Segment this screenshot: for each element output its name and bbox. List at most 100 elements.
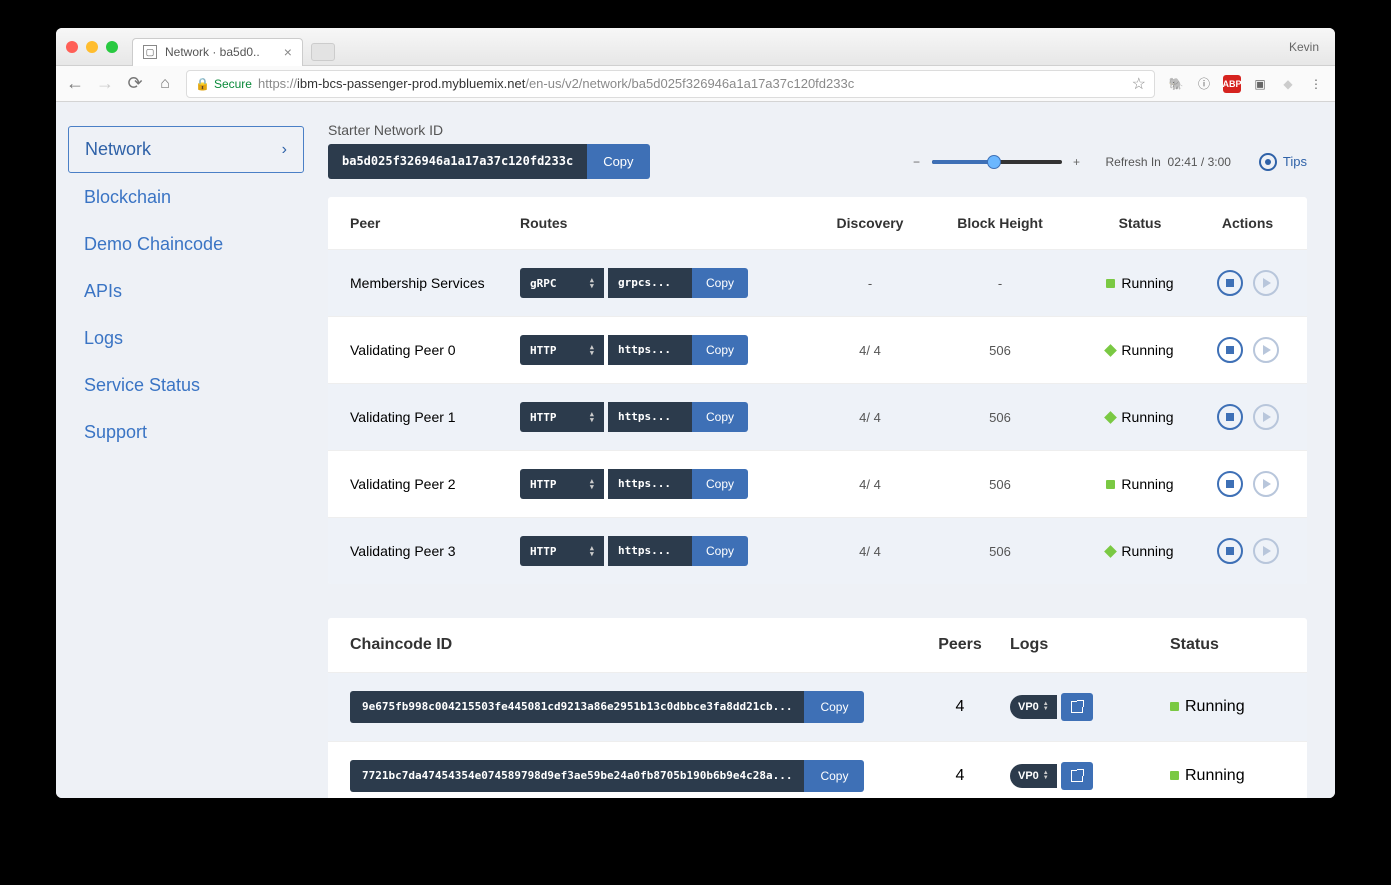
adblock-extension-icon[interactable]: ABP xyxy=(1223,75,1241,93)
forward-icon[interactable]: → xyxy=(96,73,114,94)
tab-title: Network · ba5d0.. xyxy=(165,45,260,59)
sidebar-item-label: Support xyxy=(84,422,147,443)
col-status-header: Status xyxy=(1070,215,1210,231)
route-protocol-dropdown[interactable]: gRPC▲▼ xyxy=(520,268,604,298)
chaincode-id-value: 9e675fb998c004215503fe445081cd9213a86e29… xyxy=(350,691,804,723)
sidebar-item-support[interactable]: Support xyxy=(68,410,304,455)
logs-peer-dropdown[interactable]: VP0▲▼ xyxy=(1010,764,1057,788)
stop-peer-button[interactable] xyxy=(1217,538,1243,564)
start-peer-button[interactable] xyxy=(1253,471,1279,497)
col-status-header: Status xyxy=(1170,636,1285,654)
copy-route-button[interactable]: Copy xyxy=(692,268,748,298)
browser-tab[interactable]: ▢ Network · ba5d0.. × xyxy=(132,38,303,66)
open-logs-button[interactable] xyxy=(1061,762,1093,790)
start-peer-button[interactable] xyxy=(1253,270,1279,296)
route-protocol-dropdown[interactable]: HTTP▲▼ xyxy=(520,402,604,432)
evernote-extension-icon[interactable]: 🐘 xyxy=(1167,75,1185,93)
network-id-value: ba5d025f326946a1a17a37c120fd233c xyxy=(328,144,587,179)
peer-row: Validating Peer 1 HTTP▲▼ https... Copy 4… xyxy=(328,383,1307,450)
tab-close-icon[interactable]: × xyxy=(284,44,292,60)
window-minimize-button[interactable] xyxy=(86,41,98,53)
info-extension-icon[interactable]: ⓘ xyxy=(1195,75,1213,93)
stop-peer-button[interactable] xyxy=(1217,471,1243,497)
chaincode-row: 9e675fb998c004215503fe445081cd9213a86e29… xyxy=(328,672,1307,741)
lock-icon: 🔒 Secure xyxy=(195,77,252,91)
open-logs-button[interactable] xyxy=(1061,693,1093,721)
col-discovery-header: Discovery xyxy=(810,215,930,231)
slider-plus-icon[interactable]: + xyxy=(1070,155,1084,169)
route-value: https... xyxy=(608,335,692,365)
copy-chaincode-id-button[interactable]: Copy xyxy=(804,760,864,792)
new-tab-button[interactable] xyxy=(311,43,335,61)
network-id-row: ba5d025f326946a1a17a37c120fd233c Copy − … xyxy=(328,144,1307,179)
start-peer-button[interactable] xyxy=(1253,337,1279,363)
chaincode-id-value: 7721bc7da47454354e074589798d9ef3ae59be24… xyxy=(350,760,804,792)
stop-peer-button[interactable] xyxy=(1217,404,1243,430)
stop-peer-button[interactable] xyxy=(1217,270,1243,296)
chaincode-row: 7721bc7da47454354e074589798d9ef3ae59be24… xyxy=(328,741,1307,798)
sidebar-item-blockchain[interactable]: Blockchain xyxy=(68,175,304,220)
chrome-profile-name[interactable]: Kevin xyxy=(1289,40,1325,54)
tab-favicon: ▢ xyxy=(143,45,157,59)
refresh-slider[interactable] xyxy=(932,160,1062,164)
window-close-button[interactable] xyxy=(66,41,78,53)
address-bar[interactable]: 🔒 Secure https://ibm-bcs-passenger-prod.… xyxy=(186,70,1155,98)
page-content: Network › Blockchain Demo Chaincode APIs… xyxy=(56,102,1335,798)
chaincode-peer-count: 4 xyxy=(910,767,1010,785)
start-peer-button[interactable] xyxy=(1253,404,1279,430)
url-text: https://ibm-bcs-passenger-prod.mybluemix… xyxy=(258,76,854,91)
peer-block-height: 506 xyxy=(930,343,1070,358)
route-value: https... xyxy=(608,536,692,566)
peers-table-header: Peer Routes Discovery Block Height Statu… xyxy=(328,197,1307,249)
peer-name: Validating Peer 3 xyxy=(350,543,520,559)
sidebar-item-demo-chaincode[interactable]: Demo Chaincode xyxy=(68,222,304,267)
copy-route-button[interactable]: Copy xyxy=(692,469,748,499)
peer-row: Validating Peer 2 HTTP▲▼ https... Copy 4… xyxy=(328,450,1307,517)
window-traffic-lights xyxy=(66,41,118,53)
peer-name: Validating Peer 0 xyxy=(350,342,520,358)
peer-status: Running xyxy=(1070,476,1210,492)
home-icon[interactable]: ⌂ xyxy=(156,75,174,93)
window-titlebar: ▢ Network · ba5d0.. × Kevin xyxy=(56,28,1335,66)
copy-route-button[interactable]: Copy xyxy=(692,536,748,566)
drive-extension-icon[interactable]: ◆ xyxy=(1279,75,1297,93)
sidebar-item-label: Logs xyxy=(84,328,123,349)
bookmark-star-icon[interactable]: ☆ xyxy=(1132,74,1146,94)
peer-name: Membership Services xyxy=(350,275,520,291)
chaincode-status: Running xyxy=(1170,767,1285,785)
copy-network-id-button[interactable]: Copy xyxy=(587,144,649,179)
menu-icon[interactable]: ⋮ xyxy=(1307,75,1325,93)
copy-route-button[interactable]: Copy xyxy=(692,335,748,365)
back-icon[interactable]: ← xyxy=(66,73,84,94)
copy-chaincode-id-button[interactable]: Copy xyxy=(804,691,864,723)
peer-status: Running xyxy=(1070,409,1210,425)
sidebar-item-apis[interactable]: APIs xyxy=(68,269,304,314)
chaincode-table: Chaincode ID Peers Logs Status 9e675fb99… xyxy=(328,618,1307,798)
reload-icon[interactable]: ⟳ xyxy=(126,73,144,94)
pocket-extension-icon[interactable]: ▣ xyxy=(1251,75,1269,93)
peer-block-height: 506 xyxy=(930,410,1070,425)
route-protocol-dropdown[interactable]: HTTP▲▼ xyxy=(520,469,604,499)
window-maximize-button[interactable] xyxy=(106,41,118,53)
col-chaincode-id-header: Chaincode ID xyxy=(350,636,910,654)
extension-icons: 🐘 ⓘ ABP ▣ ◆ ⋮ xyxy=(1167,75,1325,93)
chaincode-table-header: Chaincode ID Peers Logs Status xyxy=(328,618,1307,672)
logs-peer-dropdown[interactable]: VP0▲▼ xyxy=(1010,695,1057,719)
tips-link[interactable]: Tips xyxy=(1259,153,1307,171)
start-peer-button[interactable] xyxy=(1253,538,1279,564)
peer-block-height: - xyxy=(930,276,1070,291)
sidebar-item-service-status[interactable]: Service Status xyxy=(68,363,304,408)
sidebar-item-label: Demo Chaincode xyxy=(84,234,223,255)
route-value: https... xyxy=(608,402,692,432)
tips-icon xyxy=(1259,153,1277,171)
route-protocol-dropdown[interactable]: HTTP▲▼ xyxy=(520,536,604,566)
sidebar-item-network[interactable]: Network › xyxy=(68,126,304,173)
slider-minus-icon[interactable]: − xyxy=(910,155,924,169)
refresh-slider-area: − + Refresh In 02:41 / 3:00 Tips xyxy=(910,153,1308,171)
col-routes-header: Routes xyxy=(520,215,810,231)
stop-peer-button[interactable] xyxy=(1217,337,1243,363)
copy-route-button[interactable]: Copy xyxy=(692,402,748,432)
route-protocol-dropdown[interactable]: HTTP▲▼ xyxy=(520,335,604,365)
peer-row: Validating Peer 0 HTTP▲▼ https... Copy 4… xyxy=(328,316,1307,383)
sidebar-item-logs[interactable]: Logs xyxy=(68,316,304,361)
